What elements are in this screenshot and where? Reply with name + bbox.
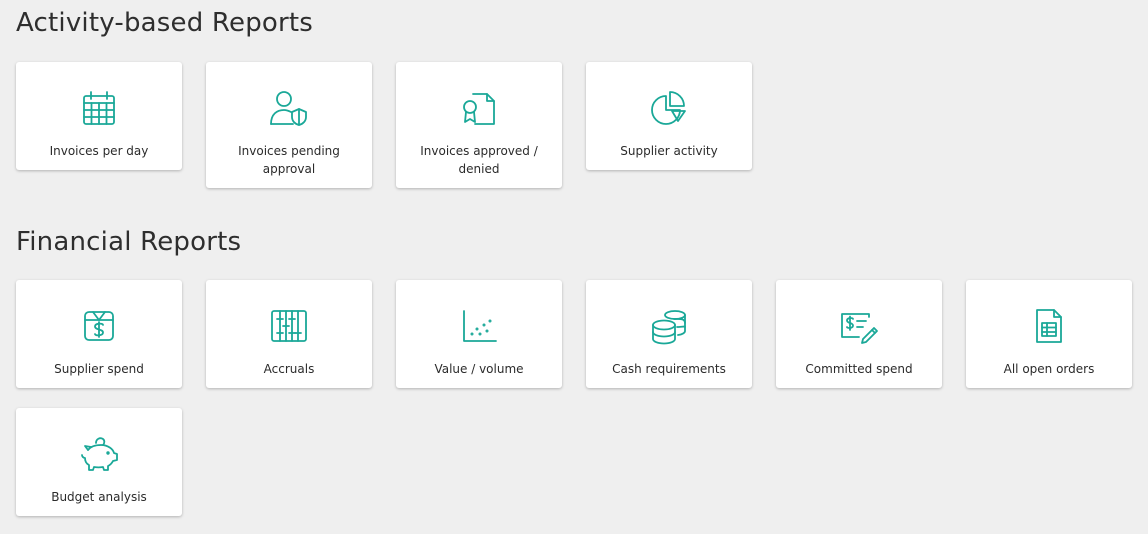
report-card-label: Value / volume (434, 362, 524, 376)
financial-reports-grid: Supplier spend Accruals Value / volume C… (16, 280, 1148, 516)
report-card-label: Invoices per day (49, 144, 149, 158)
report-card-supplier-activity[interactable]: Supplier activity (586, 62, 752, 170)
report-card-supplier-spend[interactable]: Supplier spend (16, 280, 182, 388)
report-card-label: Accruals (263, 362, 315, 376)
report-card-label: Invoices pending approval (238, 144, 340, 176)
calendar-icon (77, 86, 121, 130)
report-card-label: Supplier activity (620, 144, 718, 158)
spreadsheet-document-icon (1027, 304, 1071, 348)
activity-reports-heading: Activity-based Reports (16, 8, 314, 38)
report-card-label: Budget analysis (51, 490, 147, 504)
report-card-committed-spend[interactable]: Committed spend (776, 280, 942, 388)
financial-reports-heading: Financial Reports (16, 227, 242, 257)
user-shield-icon (267, 86, 311, 130)
certificate-document-icon (457, 86, 501, 130)
piggy-bank-icon (77, 432, 121, 476)
reports-page: Activity-based Reports Invoices per day (0, 0, 1148, 534)
report-card-budget-analysis[interactable]: Budget analysis (16, 408, 182, 516)
report-card-all-open-orders[interactable]: All open orders (966, 280, 1132, 388)
report-card-cash-requirements[interactable]: Cash requirements (586, 280, 752, 388)
pie-chart-icon (647, 86, 691, 130)
dollar-box-icon (77, 304, 121, 348)
report-card-label: All open orders (1003, 362, 1095, 376)
scatter-plot-icon (457, 304, 501, 348)
cheque-pen-icon (837, 304, 881, 348)
abacus-icon (267, 304, 311, 348)
report-card-invoices-pending-approval[interactable]: Invoices pending approval (206, 62, 372, 188)
report-card-invoices-per-day[interactable]: Invoices per day (16, 62, 182, 170)
report-card-label: Committed spend (805, 362, 913, 376)
report-card-label: Invoices approved / denied (420, 144, 538, 176)
report-card-label: Cash requirements (612, 362, 726, 376)
coin-stack-icon (647, 304, 691, 348)
report-card-invoices-approved-denied[interactable]: Invoices approved / denied (396, 62, 562, 188)
report-card-accruals[interactable]: Accruals (206, 280, 372, 388)
report-card-label: Supplier spend (54, 362, 144, 376)
activity-reports-grid: Invoices per day Invoices pending approv… (16, 62, 1148, 188)
report-card-value-volume[interactable]: Value / volume (396, 280, 562, 388)
